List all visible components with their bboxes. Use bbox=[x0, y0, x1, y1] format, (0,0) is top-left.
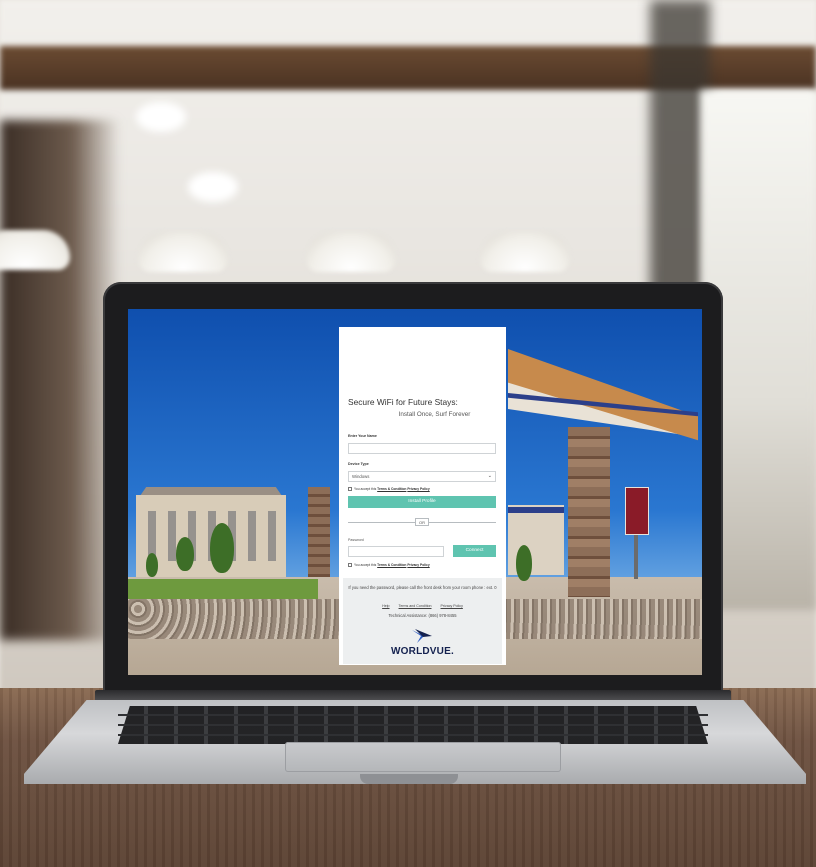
pendant-lamp bbox=[306, 232, 396, 272]
terms-link[interactable]: Terms & Condition bbox=[377, 487, 406, 491]
privacy-link[interactable]: Privacy Policy bbox=[407, 487, 429, 491]
tree bbox=[210, 523, 234, 573]
terms-checkbox-row[interactable]: You accept this Terms & Condition Privac… bbox=[348, 487, 430, 492]
lid-notch bbox=[360, 774, 458, 784]
chevron-down-icon: ⌄ bbox=[487, 473, 492, 479]
connect-button[interactable]: Connect bbox=[453, 545, 496, 557]
terms-link-2[interactable]: Terms & Condition bbox=[377, 563, 406, 567]
terms-checkbox-2[interactable] bbox=[348, 563, 352, 568]
device-type-label: Device Type bbox=[348, 462, 369, 466]
device-type-value: Windows bbox=[352, 474, 370, 479]
tree bbox=[146, 553, 158, 577]
password-help-message: If you need the password, please call th… bbox=[348, 585, 497, 590]
terms-checkbox[interactable] bbox=[348, 487, 352, 492]
ceiling-light bbox=[188, 172, 238, 202]
page-subtitle: Install Once, Surf Forever bbox=[398, 411, 471, 418]
name-label: Enter Your Name bbox=[348, 434, 377, 438]
page-title: Secure WiFi for Future Stays: bbox=[348, 397, 458, 407]
password-label: Password bbox=[348, 538, 364, 542]
footer-links: Help Terms and Condition Privacy Policy bbox=[343, 604, 502, 608]
worldvue-logo-icon bbox=[412, 629, 432, 643]
sign-pole bbox=[634, 533, 638, 579]
worldvue-logo-text: WORLDVUE. bbox=[391, 646, 454, 657]
or-label: OR bbox=[415, 518, 429, 526]
hotel-sign bbox=[625, 487, 649, 535]
pendant-lamp bbox=[480, 232, 570, 272]
tech-assistance: Technical Assistance: (866) 978-8455 bbox=[388, 613, 457, 618]
stone-pillar bbox=[568, 427, 610, 597]
tree bbox=[176, 537, 194, 571]
trackpad bbox=[285, 742, 561, 772]
help-link[interactable]: Help bbox=[382, 604, 389, 608]
keyboard-rows bbox=[118, 706, 708, 744]
pendant-lamp bbox=[138, 232, 228, 272]
wifi-login-card: Secure WiFi for Future Stays: Install On… bbox=[339, 327, 506, 665]
password-input[interactable] bbox=[348, 546, 444, 557]
laptop-screen: Secure WiFi for Future Stays: Install On… bbox=[128, 309, 702, 675]
install-profile-button[interactable]: Install Profile bbox=[348, 496, 496, 508]
device-type-select[interactable]: Windows ⌄ bbox=[348, 471, 496, 482]
lawn bbox=[128, 579, 318, 599]
privacy-link-2[interactable]: Privacy Policy bbox=[407, 563, 429, 567]
entrance-stripe bbox=[508, 507, 564, 513]
footer-terms-link[interactable]: Terms and Condition bbox=[399, 604, 432, 608]
name-input[interactable] bbox=[348, 443, 496, 454]
card-footer: If you need the password, please call th… bbox=[343, 578, 502, 664]
footer-privacy-link[interactable]: Privacy Policy bbox=[441, 604, 463, 608]
stone-pillar bbox=[308, 487, 330, 577]
pendant-lamp bbox=[0, 230, 70, 270]
terms-checkbox-row-2[interactable]: You accept this Terms & Condition Privac… bbox=[348, 563, 430, 568]
terms-prefix-2: You accept this bbox=[354, 563, 377, 567]
ceiling-light bbox=[136, 102, 186, 132]
tree bbox=[516, 545, 532, 581]
left-wall-shadow bbox=[0, 120, 120, 640]
terms-prefix: You accept this bbox=[354, 487, 377, 491]
